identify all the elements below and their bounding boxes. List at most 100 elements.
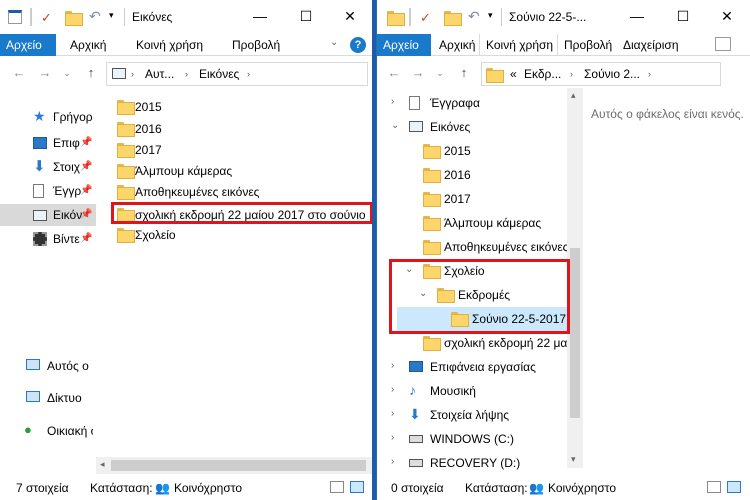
new-folder-icon[interactable]: [65, 11, 83, 26]
minimize-icon[interactable]: —: [238, 0, 282, 32]
chevron-right-icon[interactable]: ›: [391, 96, 394, 107]
chevron-right-icon[interactable]: ›: [391, 408, 394, 419]
tree-item[interactable]: Αποθηκευμένες εικόνες: [377, 235, 568, 259]
properties-icon[interactable]: ✓: [41, 10, 52, 28]
tree-item[interactable]: › WINDOWS (C:): [377, 427, 567, 451]
item-count: 0 στοιχεία: [391, 481, 444, 495]
title-bar: ✓ ↶ ▾ Σούνιο 22-5-... — ☐ ✕: [377, 0, 750, 34]
nav-item-documents[interactable]: Έγγρ 📌: [0, 180, 96, 202]
chevron-down-icon[interactable]: ⌄: [405, 264, 413, 275]
recent-chevron-icon[interactable]: ⌄: [60, 65, 74, 81]
recent-chevron-icon[interactable]: ⌄: [433, 65, 447, 81]
chevron-down-icon[interactable]: ⌄: [391, 120, 399, 131]
nav-item-homegroup[interactable]: ● Οικιακή ο: [0, 420, 96, 442]
close-icon[interactable]: ✕: [705, 0, 749, 32]
breadcrumb-item[interactable]: Εκδρ...: [524, 67, 561, 81]
ribbon-expand-icon[interactable]: [715, 37, 731, 51]
new-folder-icon[interactable]: [444, 11, 462, 26]
breadcrumb-separator-icon: ›: [648, 69, 651, 79]
details-view-icon[interactable]: [707, 481, 721, 493]
tab-share[interactable]: Κοινή χρήση: [130, 34, 209, 56]
tab-file[interactable]: Αρχείο: [0, 34, 56, 56]
maximize-icon[interactable]: ☐: [284, 0, 328, 32]
nav-item-downloads[interactable]: ⬇ Στοιχ 📌: [0, 156, 96, 178]
minimize-icon[interactable]: —: [615, 0, 659, 32]
back-icon[interactable]: ←: [387, 65, 401, 81]
horizontal-scrollbar[interactable]: ◂: [96, 457, 372, 474]
nav-item-network[interactable]: Δίκτυο: [0, 387, 96, 409]
chevron-down-icon[interactable]: ▾: [109, 10, 114, 28]
nav-item-pictures[interactable]: Εικόν 📌: [0, 204, 96, 226]
scroll-left-icon[interactable]: ◂: [100, 459, 105, 470]
nav-item-videos[interactable]: Βίντε 📌: [0, 228, 96, 250]
nav-item-desktop[interactable]: Επιφ 📌: [0, 132, 96, 154]
close-icon[interactable]: ✕: [328, 0, 372, 32]
up-icon[interactable]: ↑: [457, 65, 471, 81]
tab-file[interactable]: Αρχείο: [377, 34, 431, 56]
tab-view[interactable]: Προβολή: [557, 34, 618, 56]
tree-item[interactable]: 2015: [377, 139, 567, 163]
help-icon[interactable]: ?: [350, 37, 366, 53]
tab-share[interactable]: Κοινή χρήση: [479, 34, 559, 56]
document-icon: [409, 96, 420, 110]
breadcrumb-item[interactable]: Σούνιο 2...: [584, 67, 640, 81]
tree-item[interactable]: ⌄ Εκδρομές: [377, 283, 567, 307]
chevron-right-icon[interactable]: ›: [391, 432, 394, 443]
folder-icon: [451, 312, 469, 327]
folder-icon: [117, 143, 135, 158]
tree-item[interactable]: 2017: [377, 187, 567, 211]
tab-home[interactable]: Αρχική: [433, 34, 481, 56]
tree-item[interactable]: σχολική εκδρομή 22 μαίο: [377, 331, 577, 355]
nav-item-this-pc[interactable]: Αυτός ο: [0, 355, 96, 377]
large-icons-view-icon[interactable]: [727, 481, 741, 493]
tree-item[interactable]: Σούνιο 22-5-2017: [397, 307, 567, 331]
ribbon-tabs: Αρχείο Αρχική Κοινή χρήση Προβολή Διαχεί…: [377, 34, 750, 56]
scrollbar-thumb[interactable]: [111, 460, 366, 471]
back-icon[interactable]: ←: [12, 65, 26, 81]
tab-home[interactable]: Αρχική: [64, 34, 112, 56]
tree-item[interactable]: › Επιφάνεια εργασίας: [377, 355, 567, 379]
ribbon-expand-icon[interactable]: ⌄: [330, 37, 338, 53]
users-icon: 👥: [155, 481, 170, 495]
chevron-right-icon[interactable]: ›: [391, 360, 394, 371]
scroll-up-icon[interactable]: ▴: [571, 90, 576, 101]
up-icon[interactable]: ↑: [84, 65, 98, 81]
breadcrumb-item[interactable]: Εικόνες: [199, 67, 239, 81]
large-icons-view-icon[interactable]: [350, 481, 364, 493]
title-bar: ✓ ↶ ▾ Εικόνες — ☐ ✕: [0, 0, 372, 34]
nav-item-quick-access[interactable]: ★ Γρήγορη: [0, 106, 96, 128]
chevron-right-icon[interactable]: ›: [391, 384, 394, 395]
chevron-right-icon[interactable]: ›: [391, 456, 394, 467]
scrollbar-thumb[interactable]: [570, 248, 580, 418]
properties-icon[interactable]: ✓: [420, 10, 431, 28]
breadcrumb-overflow[interactable]: «: [510, 67, 517, 81]
details-view-icon[interactable]: [330, 481, 344, 493]
tree-item-label: 2015: [444, 144, 471, 158]
address-bar[interactable]: « Εκδρ... › Σούνιο 2... ›: [481, 62, 721, 86]
scroll-down-icon[interactable]: ▾: [571, 454, 576, 465]
tree-item[interactable]: ⌄ Σχολείο: [377, 259, 567, 283]
breadcrumb-item[interactable]: Αυτ...: [145, 67, 174, 81]
tree-item[interactable]: › Έγγραφα: [377, 91, 567, 115]
tree-item[interactable]: ⌄ Εικόνες: [377, 115, 567, 139]
tree-item[interactable]: 2016: [377, 163, 567, 187]
forward-icon[interactable]: →: [411, 65, 425, 81]
desktop-icon: [409, 361, 423, 372]
tree-item[interactable]: › ⬇ Στοιχεία λήψης: [377, 403, 567, 427]
vertical-scrollbar[interactable]: ▴ ▾: [567, 88, 583, 468]
pin-icon: 📌: [80, 161, 93, 172]
undo-icon[interactable]: ↶: [89, 8, 101, 26]
chevron-down-icon[interactable]: ▾: [488, 10, 493, 28]
maximize-icon[interactable]: ☐: [661, 0, 705, 32]
undo-icon[interactable]: ↶: [468, 8, 480, 26]
address-bar[interactable]: › Αυτ... › Εικόνες ›: [106, 62, 368, 86]
tree-item[interactable]: › ♪ Μουσική: [377, 379, 567, 403]
tab-view[interactable]: Προβολή: [226, 34, 286, 56]
tree-item[interactable]: › RECOVERY (D:): [377, 451, 567, 475]
tree-item[interactable]: Άλμπουμ κάμερας: [377, 211, 567, 235]
forward-icon[interactable]: →: [38, 65, 52, 81]
tab-manage[interactable]: Διαχείριση: [617, 34, 685, 56]
tree-item-label: Σχολείο: [444, 264, 485, 278]
chevron-down-icon[interactable]: ⌄: [419, 288, 427, 299]
item-count: 7 στοιχεία: [16, 481, 69, 495]
